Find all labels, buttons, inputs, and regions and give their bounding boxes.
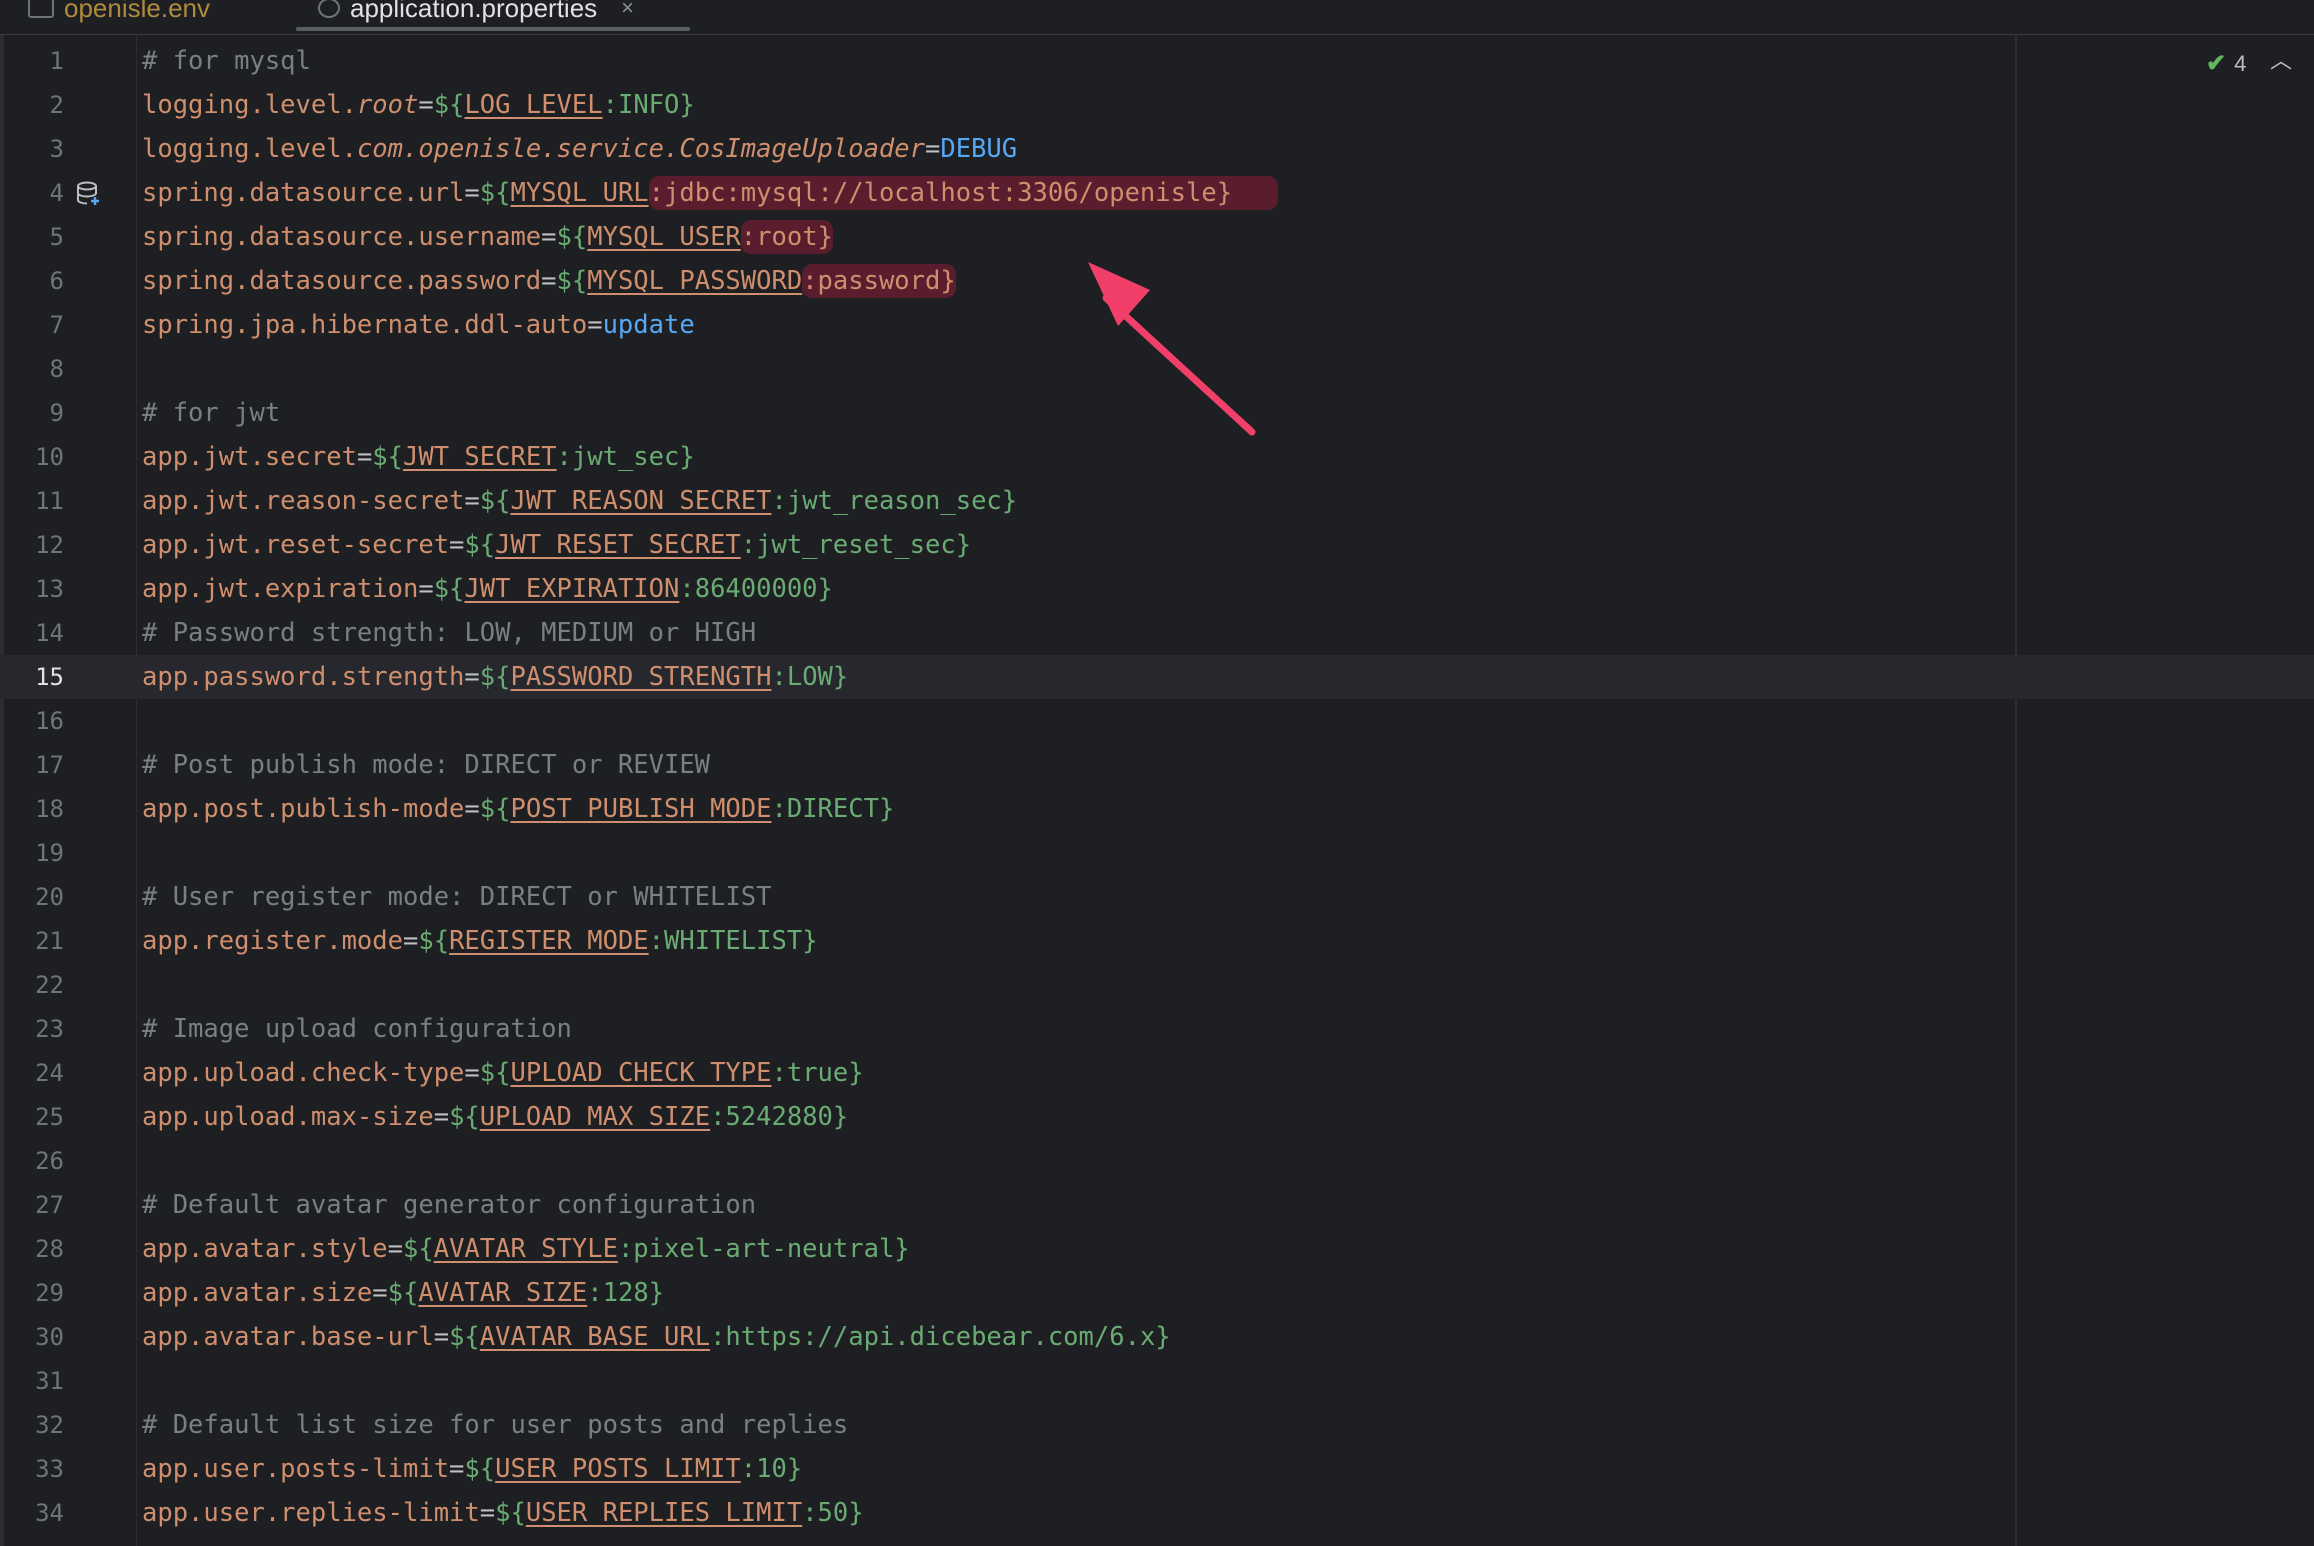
- annotation-arrow: [1088, 262, 1256, 436]
